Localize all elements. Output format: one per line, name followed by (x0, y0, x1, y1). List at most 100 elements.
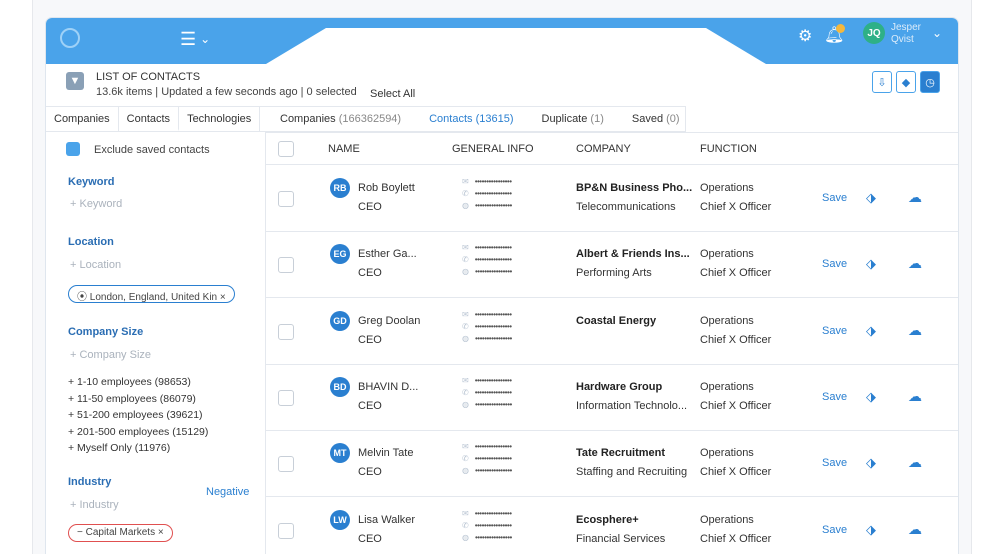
size-option[interactable]: + 1-10 employees (98653) (68, 374, 208, 391)
masked-web[interactable]: •••••••••••••••• (475, 400, 512, 409)
contact-name[interactable]: Lisa Walker (358, 514, 415, 526)
cloud-download-icon[interactable]: ☁ (908, 521, 922, 538)
tab-results-companies[interactable]: Companies (166362594) (266, 107, 415, 131)
user-menu-chevron-icon[interactable]: ⌄ (932, 26, 942, 40)
tab-contacts[interactable]: Contacts (118, 107, 180, 131)
tab-results-saved[interactable]: Saved (0) (618, 107, 694, 131)
table-row[interactable]: MT Melvin Tate CEO ✉ •••••••••••••••• ✆ ••••••… (266, 431, 958, 498)
negative-link[interactable]: Negative (206, 486, 249, 498)
select-all-checkbox[interactable] (278, 141, 294, 157)
tab-technologies[interactable]: Technologies (179, 107, 261, 131)
tag-icon[interactable]: ⬗ (866, 455, 876, 471)
contact-name[interactable]: BHAVIN D... (358, 381, 418, 393)
location-chip[interactable]: ⦿ London, England, United Kin × (68, 285, 235, 303)
tab-count: (13615) (475, 113, 514, 125)
col-function[interactable]: FUNCTION (700, 143, 757, 155)
contact-name[interactable]: Rob Boylett (358, 182, 415, 194)
history-button[interactable]: ◷ (920, 71, 940, 93)
masked-web[interactable]: •••••••••••••••• (475, 201, 512, 210)
tag-icon[interactable]: ⬗ (866, 323, 876, 339)
company-size-add[interactable]: + Company Size (70, 349, 151, 361)
tab-companies[interactable]: Companies (46, 107, 119, 131)
table-row[interactable]: GD Greg Doolan CEO ✉ •••••••••••••••• ✆ ••••••… (266, 299, 958, 365)
contact-name[interactable]: Esther Ga... (358, 248, 417, 260)
menu-button[interactable]: ☰ ⌄ (180, 30, 210, 48)
mail-icon: ✉ (462, 442, 469, 452)
contact-name[interactable]: Melvin Tate (358, 447, 413, 459)
cloud-download-icon[interactable]: ☁ (908, 189, 922, 206)
tag-icon[interactable]: ⬗ (866, 389, 876, 405)
row-checkbox[interactable] (278, 191, 294, 207)
size-option[interactable]: + 201-500 employees (15129) (68, 424, 208, 441)
keyword-add[interactable]: + Keyword (70, 198, 122, 210)
row-checkbox[interactable] (278, 257, 294, 274)
masked-email[interactable]: •••••••••••••••• (475, 177, 512, 186)
save-button[interactable]: Save (822, 524, 847, 536)
save-button[interactable]: Save (822, 192, 847, 204)
cloud-download-icon[interactable]: ☁ (908, 454, 922, 471)
row-checkbox[interactable] (278, 323, 294, 340)
save-button[interactable]: Save (822, 457, 847, 469)
save-button[interactable]: Save (822, 325, 847, 337)
col-general-info[interactable]: GENERAL INFO (452, 143, 534, 155)
masked-web[interactable]: •••••••••••••••• (475, 466, 512, 475)
row-checkbox[interactable] (278, 456, 294, 473)
table-row[interactable]: EG Esther Ga... CEO ✉ •••••••••••••••• ✆ •••••… (266, 232, 958, 299)
table-row[interactable]: LW Lisa Walker CEO ✉ •••••••••••••••• ✆ ••••••… (266, 498, 958, 554)
industry-chip[interactable]: − Capital Markets × (68, 524, 173, 542)
masked-phone[interactable]: •••••••••••••••• (475, 189, 512, 198)
industry-add[interactable]: + Industry (70, 499, 119, 511)
size-option[interactable]: + 11-50 employees (86079) (68, 391, 208, 408)
masked-phone[interactable]: •••••••••••••••• (475, 454, 512, 463)
masked-web[interactable]: •••••••••••••••• (475, 334, 512, 343)
tag-icon[interactable]: ⬗ (866, 522, 876, 538)
col-name[interactable]: NAME (328, 143, 360, 155)
company-name[interactable]: Coastal Energy (576, 315, 656, 327)
export-button[interactable]: ⇩ (872, 71, 892, 93)
col-company[interactable]: COMPANY (576, 143, 631, 155)
company-name[interactable]: Hardware Group (576, 381, 662, 393)
logo-icon[interactable] (60, 28, 80, 48)
tag-icon[interactable]: ⬗ (866, 256, 876, 272)
masked-phone[interactable]: •••••••••••••••• (475, 322, 512, 331)
masked-phone[interactable]: •••••••••••••••• (475, 388, 512, 397)
company-name[interactable]: BP&N Business Pho... (576, 182, 692, 194)
cloud-download-icon[interactable]: ☁ (908, 255, 922, 272)
location-add[interactable]: + Location (70, 259, 121, 271)
exclude-saved-checkbox[interactable] (66, 142, 80, 156)
size-option[interactable]: + 51-200 employees (39621) (68, 407, 208, 424)
masked-phone[interactable]: •••••••••••••••• (475, 521, 512, 530)
tab-results-contacts[interactable]: Contacts (13615) (415, 107, 527, 131)
company-name[interactable]: Ecosphere+ (576, 514, 639, 526)
save-button[interactable]: Save (822, 258, 847, 270)
tag-icon[interactable]: ⬗ (866, 190, 876, 206)
cloud-download-icon[interactable]: ☁ (908, 388, 922, 405)
masked-email[interactable]: •••••••••••••••• (475, 243, 512, 252)
table-row[interactable]: BD BHAVIN D... CEO ✉ •••••••••••••••• ✆ ••••••… (266, 365, 958, 431)
cloud-download-icon[interactable]: ☁ (908, 322, 922, 339)
table-row[interactable]: RB Rob Boylett CEO ✉ •••••••••••••••• ✆ ••••••… (266, 166, 958, 232)
tab-results-duplicate[interactable]: Duplicate (1) (528, 107, 618, 131)
close-icon[interactable]: × (155, 527, 164, 538)
save-button[interactable]: Save (822, 391, 847, 403)
contact-name[interactable]: Greg Doolan (358, 315, 420, 327)
masked-web[interactable]: •••••••••••••••• (475, 533, 512, 542)
select-all-link[interactable]: Select All (370, 88, 415, 100)
masked-email[interactable]: •••••••••••••••• (475, 376, 512, 385)
company-name[interactable]: Tate Recruitment (576, 447, 665, 459)
user-avatar[interactable]: JQ (863, 22, 885, 44)
size-option[interactable]: + Myself Only (11976) (68, 440, 208, 457)
tags-button[interactable]: ◆ (896, 71, 916, 93)
masked-email[interactable]: •••••••••••••••• (475, 442, 512, 451)
close-icon[interactable]: × (217, 292, 226, 303)
user-name[interactable]: Jesper Qvist (891, 22, 921, 46)
masked-web[interactable]: •••••••••••••••• (475, 267, 512, 276)
masked-email[interactable]: •••••••••••••••• (475, 509, 512, 518)
gear-icon[interactable]: ⚙ (798, 26, 812, 46)
company-name[interactable]: Albert & Friends Ins... (576, 248, 690, 260)
masked-phone[interactable]: •••••••••••••••• (475, 255, 512, 264)
masked-email[interactable]: •••••••••••••••• (475, 310, 512, 319)
row-checkbox[interactable] (278, 389, 294, 406)
row-checkbox[interactable] (278, 522, 294, 539)
contact-avatar: BD (330, 376, 350, 397)
